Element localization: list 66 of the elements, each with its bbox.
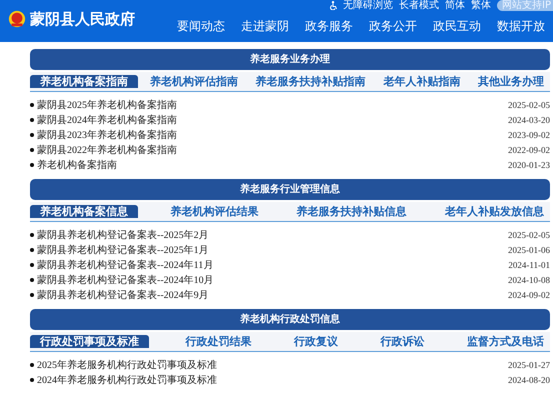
bullet-icon xyxy=(30,102,34,106)
article-link[interactable]: 蒙阴县养老机构登记备案表--2025年1月 xyxy=(37,242,209,256)
article-link[interactable]: 养老机构备案指南 xyxy=(37,158,117,172)
bullet-icon xyxy=(30,118,34,122)
bullet-icon xyxy=(30,148,34,152)
article-date: 2024-11-01 xyxy=(508,260,550,270)
utility-link[interactable]: 繁体 xyxy=(471,0,492,11)
article-link[interactable]: 蒙阴县养老机构登记备案表--2024年10月 xyxy=(37,272,214,286)
utility-link[interactable]: 简体 xyxy=(445,0,466,11)
utility-link[interactable]: 长者模式 xyxy=(399,0,440,11)
article-date: 2024-03-20 xyxy=(508,114,550,124)
article-link[interactable]: 蒙阴县养老机构登记备案表--2025年2月 xyxy=(37,228,209,242)
nav-link[interactable]: 政民互动 xyxy=(425,18,489,34)
article-date: 2025-01-06 xyxy=(508,244,550,254)
nav-link[interactable]: 要闻动态 xyxy=(169,18,233,34)
emblem-icon xyxy=(8,10,26,28)
tab[interactable]: 老年人补贴发放信息 xyxy=(438,205,550,218)
bullet-icon xyxy=(30,362,34,366)
tab[interactable]: 养老服务扶持补贴信息 xyxy=(290,205,413,218)
article-link[interactable]: 2025年养老服务机构行政处罚事项及标准 xyxy=(37,358,217,372)
article-date: 2020-01-23 xyxy=(508,160,550,170)
tab[interactable]: 行政处罚结果 xyxy=(180,335,258,348)
tab[interactable]: 行政诉讼 xyxy=(374,335,430,348)
tab[interactable]: 监督方式及电话 xyxy=(461,335,550,348)
wheelchair-icon xyxy=(329,1,338,10)
bullet-icon xyxy=(30,378,34,382)
article-date: 2025-01-27 xyxy=(508,360,550,370)
article-link[interactable]: 蒙阴县2024年养老机构备案指南 xyxy=(37,112,177,126)
article-date: 2024-10-08 xyxy=(508,274,550,284)
article-link[interactable]: 2024年养老服务机构行政处罚事项及标准 xyxy=(37,372,217,386)
bullet-icon xyxy=(30,278,34,282)
article-date: 2025-02-05 xyxy=(508,230,550,240)
tab[interactable]: 养老机构备案指南 xyxy=(30,75,138,88)
site-title: 蒙阴县人民政府 xyxy=(30,10,135,28)
article-date: 2022-09-02 xyxy=(508,144,550,154)
article-date: 2025-02-05 xyxy=(508,100,550,110)
tab[interactable]: 养老机构备案信息 xyxy=(30,205,138,218)
nav-link[interactable]: 政务公开 xyxy=(361,18,425,34)
nav-link[interactable]: 数据开放 xyxy=(489,18,553,34)
article-date: 2024-08-20 xyxy=(508,374,550,384)
tab[interactable]: 其他业务办理 xyxy=(472,75,550,88)
tab[interactable]: 行政复议 xyxy=(288,335,344,348)
tab[interactable]: 养老机构评估结果 xyxy=(164,205,264,218)
section-title: 养老机构行政处罚信息 xyxy=(30,309,550,330)
article-link[interactable]: 蒙阴县养老机构登记备案表--2024年9月 xyxy=(37,288,209,302)
bullet-icon xyxy=(30,132,34,136)
article-link[interactable]: 蒙阴县2023年养老机构备案指南 xyxy=(37,128,177,142)
nav-link[interactable]: 走进蒙阴 xyxy=(233,18,297,34)
bullet-icon xyxy=(30,162,34,166)
bullet-icon xyxy=(30,232,34,236)
tab[interactable]: 行政处罚事项及标准 xyxy=(30,335,149,348)
article-link[interactable]: 蒙阴县2022年养老机构备案指南 xyxy=(37,142,177,156)
article-link[interactable]: 蒙阴县养老机构登记备案表--2024年11月 xyxy=(37,258,214,272)
tab[interactable]: 老年人补贴指南 xyxy=(377,75,466,88)
nav-link[interactable]: 政务服务 xyxy=(297,18,361,34)
bullet-icon xyxy=(30,262,34,266)
section-title: 养老服务业务办理 xyxy=(30,49,550,70)
article-link[interactable]: 蒙阴县2025年养老机构备案指南 xyxy=(37,98,177,112)
article-date: 2023-09-02 xyxy=(508,130,550,140)
bullet-icon xyxy=(30,292,34,296)
bullet-icon xyxy=(30,248,34,252)
section-title: 养老服务行业管理信息 xyxy=(30,179,550,200)
tab[interactable]: 养老服务扶持补贴指南 xyxy=(250,75,372,88)
article-date: 2024-09-02 xyxy=(508,290,550,300)
tab[interactable]: 养老机构评估指南 xyxy=(144,75,244,88)
ipv6-badge: 网站支持IP xyxy=(497,0,553,11)
